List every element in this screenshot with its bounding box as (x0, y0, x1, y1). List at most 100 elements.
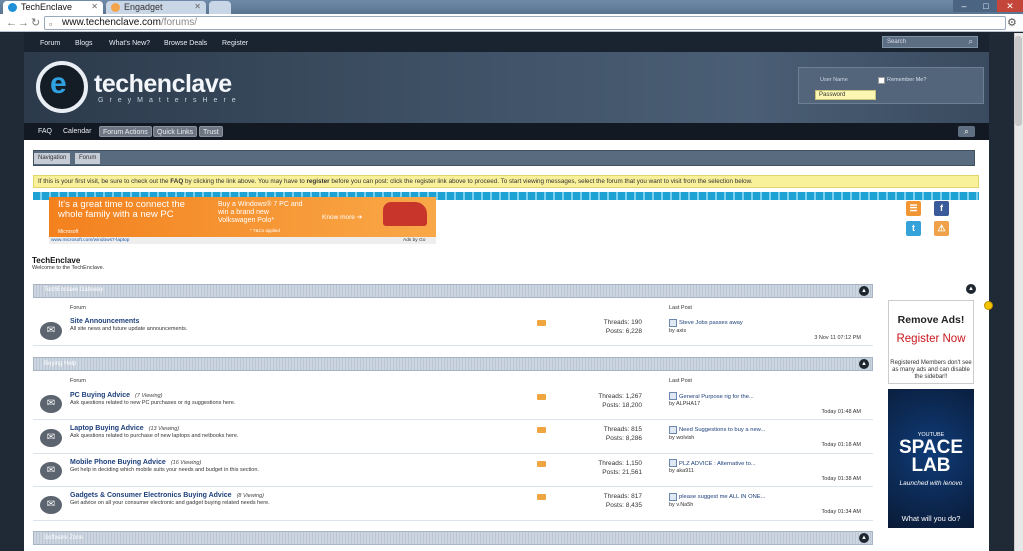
search-input[interactable]: Search ⌕ (882, 36, 978, 48)
tab-engadget[interactable]: Engadget ✕ (106, 1, 206, 14)
wrench-icon[interactable]: ⚙ (1007, 16, 1017, 30)
alert-icon[interactable]: ⚠ (934, 221, 949, 236)
trust-menu[interactable]: Trust (199, 126, 223, 137)
last-post-author[interactable]: by axis (669, 328, 686, 334)
password-field[interactable]: Password (815, 90, 876, 100)
rss-icon[interactable] (537, 320, 546, 326)
remember-me-checkbox[interactable] (878, 77, 885, 84)
thread-count: Threads: 1,150 (598, 460, 642, 467)
last-post-title[interactable]: General Purpose rig for the... (679, 394, 754, 400)
quick-links-menu[interactable]: Quick Links (153, 126, 198, 137)
search-icon[interactable]: ⌕ (958, 126, 975, 137)
last-post-date: Today 01:48 AM (821, 409, 861, 415)
register-link[interactable]: register (306, 178, 329, 185)
forum-title[interactable]: PC Buying Advice (7 Viewing) (70, 392, 162, 399)
twitter-icon[interactable]: t (906, 221, 921, 236)
category-title[interactable]: Software Zone (44, 535, 83, 541)
ad-know-more-button[interactable]: Know more ➔ (322, 213, 362, 221)
ad-headline: It's a great time to connect the whole f… (58, 199, 185, 220)
last-post-date: 3 Nov 11 07:12 PM (814, 335, 861, 341)
forum-description: All site news and future update announce… (70, 326, 188, 332)
nav-calendar[interactable]: Calendar (63, 126, 91, 137)
last-post-title[interactable]: please suggest me ALL IN ONE... (679, 494, 765, 500)
nav-register[interactable]: Register (222, 40, 248, 47)
forum-title-text[interactable]: Site Announcements (70, 318, 139, 325)
category-header-software-zone[interactable] (33, 531, 873, 545)
last-post-author[interactable]: by aka911 (669, 468, 694, 474)
close-tab-icon[interactable]: ✕ (91, 2, 98, 11)
nav-faq[interactable]: FAQ (38, 126, 52, 137)
forum-description: Ask questions related to purchase of new… (70, 433, 239, 439)
category-title[interactable]: TechEnclave Gateway (44, 287, 103, 293)
nav-browse-deals[interactable]: Browse Deals (164, 40, 207, 47)
viewing-count: (8 Viewing) (236, 493, 264, 499)
collapse-icon[interactable]: ▲ (859, 359, 869, 369)
nav-whats-new[interactable]: What's New? (109, 40, 150, 47)
forum-title[interactable]: Mobile Phone Buying Advice (16 Viewing) (70, 459, 201, 466)
notice-text: If this is your first visit, be sure to … (38, 178, 171, 185)
remove-ads-description: Registered Members don't see as many ads… (890, 360, 972, 380)
last-post-author[interactable]: by wolvish (669, 435, 694, 441)
back-icon[interactable]: ← (6, 16, 17, 30)
collapse-icon[interactable]: ▲ (859, 286, 869, 296)
last-post-author[interactable]: by ALPHA17 (669, 401, 700, 407)
tab-techenclave[interactable]: TechEnclave ✕ (3, 1, 103, 14)
scrollbar-thumb[interactable] (1015, 36, 1022, 126)
address-bar[interactable]: ▫ www.techenclave.com/forums/ (44, 16, 1006, 30)
rss-icon[interactable] (537, 494, 546, 500)
last-post-title[interactable]: PLZ ADVICE : Alternative to... (679, 461, 756, 467)
forum-title[interactable]: Site Announcements (70, 318, 139, 325)
logo-text[interactable]: techenclave (94, 70, 232, 99)
category-title[interactable]: Buying Help (44, 361, 76, 367)
nav-blogs[interactable]: Blogs (75, 40, 93, 47)
forum-stats: Threads: 1,267 Posts: 18,200 (598, 392, 642, 410)
rss-icon[interactable]: ☰ (906, 201, 921, 216)
thread-count: Threads: 815 (603, 426, 642, 433)
new-tab-button[interactable] (209, 1, 231, 14)
faq-link[interactable]: FAQ (170, 178, 183, 185)
forum-title-text[interactable]: Gadgets & Consumer Electronics Buying Ad… (70, 492, 232, 499)
post-count: Posts: 21,561 (602, 469, 642, 476)
viewing-count: (13 Viewing) (148, 426, 180, 432)
forum-column-header: Forum (70, 305, 86, 311)
forward-icon[interactable]: → (18, 16, 29, 30)
post-count: Posts: 8,286 (605, 435, 642, 442)
breadcrumb-forum[interactable]: Forum (75, 153, 101, 164)
last-post-title[interactable]: Steve Jobs passes away (679, 320, 743, 326)
facebook-icon[interactable]: f (934, 201, 949, 216)
reload-icon[interactable]: ↻ (31, 16, 40, 30)
forum-title[interactable]: Gadgets & Consumer Electronics Buying Ad… (70, 492, 264, 499)
forum-description: Get help in deciding which mobile suits … (70, 467, 259, 473)
category-header-gateway[interactable] (33, 284, 873, 298)
nav-forum[interactable]: Forum (40, 40, 60, 47)
sidebar-collapse-icon[interactable]: ▲ (966, 284, 976, 294)
rss-icon[interactable] (537, 394, 546, 400)
category-header-buying-help[interactable] (33, 357, 873, 371)
forum-title[interactable]: Laptop Buying Advice (13 Viewing) (70, 425, 179, 432)
page-title: TechEnclave (32, 256, 81, 265)
rss-icon[interactable] (537, 427, 546, 433)
minimize-button[interactable]: – (953, 0, 975, 12)
ad-cta-label: Know more (322, 214, 355, 221)
close-window-button[interactable]: ✕ (997, 0, 1023, 12)
sidebar-handle-icon[interactable] (984, 301, 993, 310)
close-tab-icon[interactable]: ✕ (194, 2, 201, 11)
last-post-title[interactable]: Need Suggestions to buy a new... (679, 427, 765, 433)
forum-title-text[interactable]: PC Buying Advice (70, 392, 130, 399)
forum-title-text[interactable]: Mobile Phone Buying Advice (70, 459, 166, 466)
last-post-author[interactable]: by v.Na5h (669, 502, 693, 508)
search-icon[interactable]: ⌕ (969, 37, 973, 47)
rss-icon[interactable] (537, 461, 546, 467)
post-icon (669, 459, 677, 467)
forum-actions-menu[interactable]: Forum Actions (99, 126, 152, 137)
collapse-icon[interactable]: ▲ (859, 533, 869, 543)
register-now-link[interactable]: Register Now (889, 333, 973, 345)
ad-footer-url[interactable]: www.microsoft.com/windows7-laptop (49, 237, 436, 244)
last-post-date: Today 01:18 AM (821, 442, 861, 448)
forum-title-text[interactable]: Laptop Buying Advice (70, 425, 144, 432)
car-image (383, 202, 427, 226)
username-label[interactable]: User Name (820, 77, 848, 83)
maximize-button[interactable]: □ (975, 0, 997, 12)
ads-by-google[interactable]: Ads by Go (403, 237, 425, 244)
breadcrumb-navigation[interactable]: Navigation (34, 153, 71, 164)
